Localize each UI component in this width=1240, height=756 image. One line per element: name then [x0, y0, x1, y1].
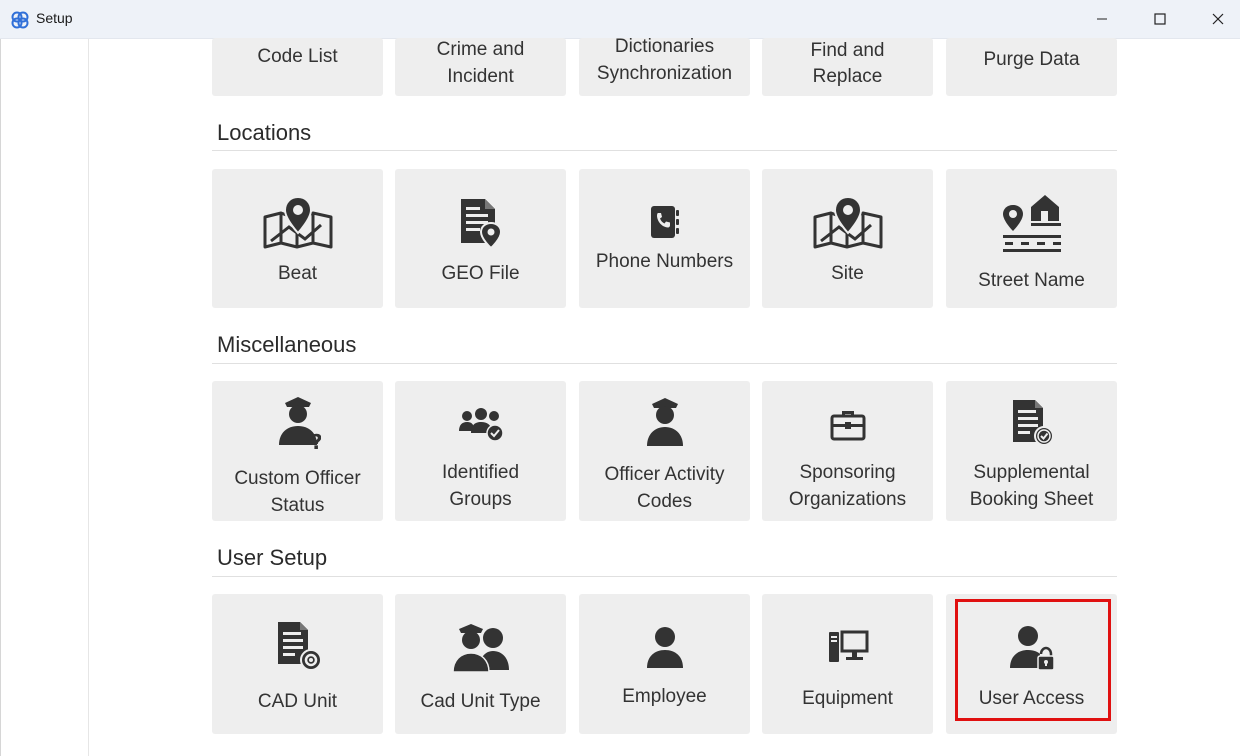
- tile-label: User Access: [978, 688, 1085, 709]
- phone-book-icon: [650, 206, 679, 238]
- officer-question-icon: ?: [278, 397, 321, 451]
- tile-equipment[interactable]: Equipment: [762, 594, 933, 734]
- tile-label: Phone Numbers: [595, 251, 734, 272]
- tile-officer-activity-codes[interactable]: Officer Activity Codes: [579, 381, 750, 521]
- maximize-icon: [1154, 13, 1166, 25]
- tile-cad-unit[interactable]: CAD Unit: [212, 594, 383, 734]
- street-house-icon: [1002, 195, 1061, 252]
- user-lock-icon: [1009, 626, 1054, 671]
- tile-label: Officer Activity: [604, 464, 725, 485]
- tile-label: Groups: [449, 489, 512, 510]
- section-title-locations: Locations: [217, 120, 312, 145]
- tile-geo-file[interactable]: GEO File: [395, 169, 566, 308]
- tile-label: Crime and: [436, 39, 525, 60]
- tile-identified-groups[interactable]: Identified Groups: [395, 381, 566, 521]
- section-title-miscellaneous: Miscellaneous: [217, 332, 357, 357]
- tile-label: Custom Officer: [234, 468, 361, 489]
- map-pin-icon: [263, 195, 332, 249]
- tile-supplemental-booking-sheet[interactable]: Supplemental Booking Sheet: [946, 381, 1117, 521]
- tile-label: Synchronization: [596, 63, 733, 84]
- tile-crime-and-incident[interactable]: Crime and Incident: [395, 38, 566, 96]
- tile-label: Replace: [812, 66, 883, 87]
- tile-custom-officer-status[interactable]: ? Custom Officer Status: [212, 381, 383, 521]
- tile-purge-data[interactable]: Purge Data: [946, 38, 1117, 96]
- geo-file-icon: [460, 199, 502, 249]
- tile-label: Code List: [257, 46, 338, 67]
- tile-cad-unit-type[interactable]: Cad Unit Type: [395, 594, 566, 734]
- user-icon: [646, 627, 683, 668]
- svg-text:?: ?: [311, 430, 321, 451]
- minimize-button[interactable]: [1073, 0, 1131, 38]
- tile-label: Supplemental: [973, 462, 1090, 483]
- tile-site[interactable]: Site: [762, 169, 933, 308]
- tile-user-access[interactable]: User Access: [946, 594, 1117, 734]
- tile-label: Purge Data: [983, 49, 1080, 70]
- tile-label: Sponsoring: [799, 462, 896, 483]
- tile-employee[interactable]: Employee: [579, 594, 750, 734]
- workstation-icon: [828, 630, 868, 662]
- briefcase-icon: [830, 411, 865, 441]
- tile-phone-numbers[interactable]: Phone Numbers: [579, 169, 750, 308]
- tile-label: Organizations: [788, 489, 907, 510]
- section-divider: [212, 576, 1117, 577]
- section-divider: [212, 363, 1117, 364]
- tile-label: Site: [831, 263, 864, 284]
- tile-label: Dictionaries: [614, 36, 715, 57]
- group-check-icon: [458, 408, 504, 441]
- section-title-user-setup: User Setup: [217, 545, 328, 570]
- tile-beat[interactable]: Beat: [212, 169, 383, 308]
- tile-label: Status: [270, 495, 325, 516]
- close-button[interactable]: [1189, 0, 1240, 38]
- document-gear-icon: [277, 622, 322, 671]
- tile-find-and-replace[interactable]: Find and Replace: [762, 38, 933, 96]
- officer-icon: [646, 398, 683, 446]
- section-divider: [212, 150, 1117, 151]
- tile-label: Street Name: [978, 270, 1085, 291]
- map-pin-icon: [813, 195, 882, 249]
- tile-label: Incident: [447, 66, 514, 87]
- tile-label: Cad Unit Type: [420, 691, 541, 712]
- minimize-icon: [1097, 18, 1107, 20]
- tile-code-list[interactable]: Code List: [212, 38, 383, 96]
- close-icon: [1212, 13, 1224, 25]
- document-check-icon: [1012, 400, 1054, 446]
- tile-label: CAD Unit: [257, 691, 338, 712]
- tile-label: Equipment: [802, 688, 893, 709]
- tile-label: Employee: [622, 686, 707, 707]
- tile-label: Beat: [277, 263, 318, 284]
- maximize-button[interactable]: [1131, 0, 1189, 38]
- window-title: Setup: [36, 10, 73, 26]
- officer-pair-icon: [451, 624, 509, 673]
- tile-label: Codes: [637, 491, 692, 512]
- sidebar: [0, 39, 89, 756]
- tile-label: Find and: [810, 40, 885, 61]
- tile-dictionaries-synchronization[interactable]: Dictionaries Synchronization: [579, 36, 750, 96]
- tile-label: Booking Sheet: [969, 489, 1094, 510]
- tile-street-name[interactable]: Street Name: [946, 169, 1117, 308]
- tile-sponsoring-organizations[interactable]: Sponsoring Organizations: [762, 381, 933, 521]
- app-logo-icon: [11, 11, 29, 29]
- tile-label: Identified: [441, 462, 520, 483]
- tile-label: GEO File: [441, 263, 520, 284]
